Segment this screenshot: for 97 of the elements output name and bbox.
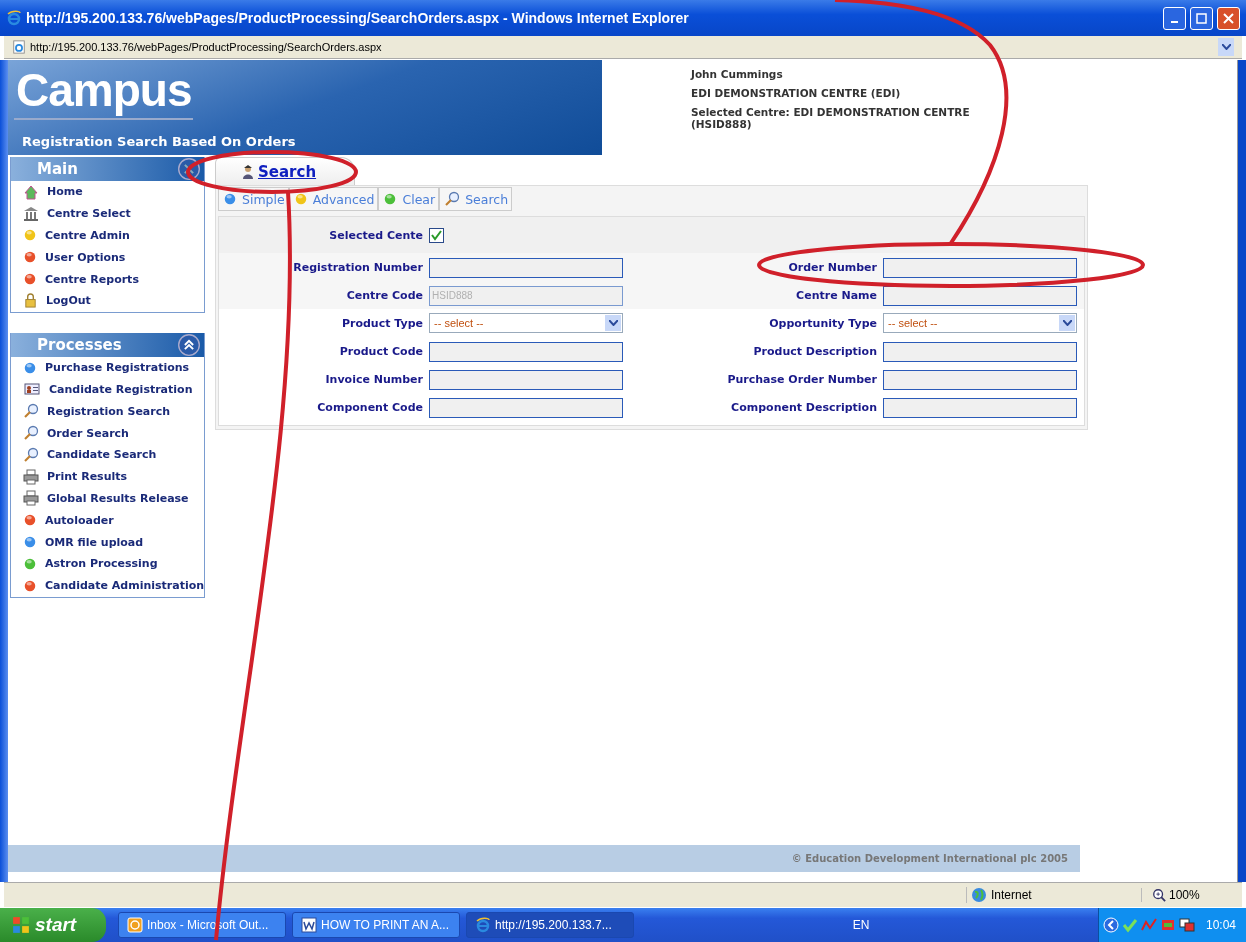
- search-icon: [444, 191, 461, 207]
- menu-link[interactable]: Registration Search: [47, 404, 171, 418]
- centre-name: EDI DEMONSTRATION CENTRE (EDI): [691, 87, 902, 99]
- collapse-icon[interactable]: [178, 333, 200, 356]
- field-label: Product Code: [338, 344, 424, 358]
- dropdown[interactable]: -- select --: [429, 313, 623, 333]
- field-label: Selected Cente: [328, 228, 424, 242]
- browser-icon: [475, 917, 491, 933]
- input-field[interactable]: [883, 257, 1077, 278]
- caret-icon: [1062, 320, 1072, 326]
- dropdown-button[interactable]: [1218, 38, 1234, 56]
- dropdown[interactable]: -- select --: [883, 313, 1077, 333]
- document-icon: [301, 917, 317, 933]
- field-label: Product Description: [752, 344, 878, 358]
- menu-link[interactable]: Centre Select: [47, 207, 131, 221]
- caret-icon: [608, 320, 618, 326]
- menu-link[interactable]: Home: [47, 185, 83, 199]
- language-indicator[interactable]: EN: [852, 918, 870, 932]
- input-field[interactable]: [883, 341, 1077, 362]
- menu-link[interactable]: Autoloader: [45, 513, 114, 527]
- taskbar-button[interactable]: http://195.200.133.7...: [466, 912, 634, 938]
- menu-link[interactable]: Candidate Search: [47, 448, 157, 462]
- clock: 10:04: [1205, 918, 1236, 932]
- close-button[interactable]: [1217, 6, 1240, 30]
- padlock-icon: [23, 293, 38, 309]
- maximize-button[interactable]: [1190, 6, 1213, 30]
- zoom-icon: [1152, 888, 1166, 902]
- toolbar-button[interactable]: Clear: [378, 187, 440, 211]
- field-label: Centre Code: [345, 288, 424, 302]
- printer-icon: [23, 490, 39, 507]
- monitors-icon: [1179, 917, 1195, 933]
- phone-icon: [1160, 917, 1176, 933]
- start-button[interactable]: start: [0, 908, 106, 942]
- input-field[interactable]: [883, 397, 1077, 418]
- menu-link[interactable]: LogOut: [46, 294, 91, 308]
- field-label: Centre Name: [795, 288, 878, 302]
- page-subtitle: Registration Search Based On Orders: [22, 134, 297, 149]
- menu-link[interactable]: Centre Reports: [45, 272, 139, 286]
- house-icon: [23, 183, 39, 200]
- page-icon: [12, 40, 26, 54]
- caret-icon: [1221, 44, 1231, 50]
- taskbar-button[interactable]: HOW TO PRINT AN A...: [292, 912, 460, 938]
- toolbar-button[interactable]: Search: [439, 187, 513, 211]
- selected-centre: Selected Centre: EDI DEMONSTRATION CENTRE (HSID888): [691, 106, 971, 130]
- field-label: Component Code: [316, 400, 424, 414]
- collapse-icon[interactable]: [178, 158, 200, 180]
- input-field[interactable]: [429, 369, 623, 390]
- menu-link[interactable]: Centre Admin: [45, 229, 130, 242]
- printer-icon: [23, 468, 39, 485]
- search-icon: [23, 446, 39, 463]
- window-title: http://195.200.133.76/webPages/ProductProcessing/SearchOrders.aspx - Windows Internet Explorer: [26, 10, 690, 26]
- menu-link[interactable]: Print Results: [47, 470, 128, 484]
- menu-link[interactable]: Candidate Registration: [49, 382, 193, 396]
- minimize-icon: [1171, 21, 1178, 23]
- field-label: Product Type: [340, 316, 424, 330]
- copyright: © Education Development International plc 2005: [791, 853, 1068, 864]
- input-field[interactable]: [429, 341, 623, 362]
- id-card-icon: [23, 381, 41, 398]
- zigzag-icon: [1141, 917, 1157, 933]
- input-field[interactable]: [429, 257, 623, 278]
- person-icon: [240, 163, 256, 180]
- tab[interactable]: Search: [215, 157, 355, 185]
- minimize-button[interactable]: [1163, 6, 1186, 30]
- address-text: http://195.200.133.76/webPages/ProductProcessing/SearchOrders.aspx: [30, 41, 383, 53]
- field-label: Opportunity Type: [768, 316, 878, 330]
- menu-link[interactable]: Astron Processing: [45, 557, 158, 571]
- zoom-level[interactable]: 100%: [1169, 888, 1200, 902]
- field-label: Invoice Number: [324, 372, 424, 386]
- zone-label: Internet: [991, 888, 1032, 902]
- input-field[interactable]: [429, 397, 623, 418]
- search-icon: [23, 403, 39, 420]
- windows-logo-icon: [12, 916, 30, 934]
- search-icon: [23, 425, 39, 442]
- menu-link[interactable]: Global Results Release: [47, 491, 189, 505]
- logo: Campus: [14, 62, 194, 120]
- close-icon: [1223, 12, 1234, 24]
- expand-icon: [1103, 917, 1119, 933]
- calendar-clock-icon: [127, 917, 143, 933]
- building-icon: [23, 205, 39, 222]
- checkbox[interactable]: [429, 227, 444, 243]
- menu-link[interactable]: OMR file upload: [45, 535, 144, 549]
- menu-link[interactable]: User Options: [45, 250, 126, 264]
- user-name: John Cummings: [691, 68, 784, 80]
- browser-icon: [6, 10, 22, 26]
- field-label: Registration Number: [292, 260, 424, 274]
- globe-icon: [971, 887, 987, 903]
- menu-link[interactable]: Purchase Registrations: [45, 361, 190, 375]
- tick-icon: [1122, 917, 1138, 933]
- panel-title: Processes: [37, 335, 122, 354]
- panel-title: Main: [37, 160, 78, 178]
- input-field[interactable]: [883, 369, 1077, 390]
- maximize-icon: [1196, 12, 1207, 24]
- menu-link[interactable]: Order Search: [47, 426, 129, 440]
- field-label: Purchase Order Number: [726, 372, 878, 386]
- field-label: Order Number: [787, 260, 878, 274]
- field-label: Component Description: [730, 400, 878, 414]
- menu-link[interactable]: Candidate Administration: [45, 579, 205, 593]
